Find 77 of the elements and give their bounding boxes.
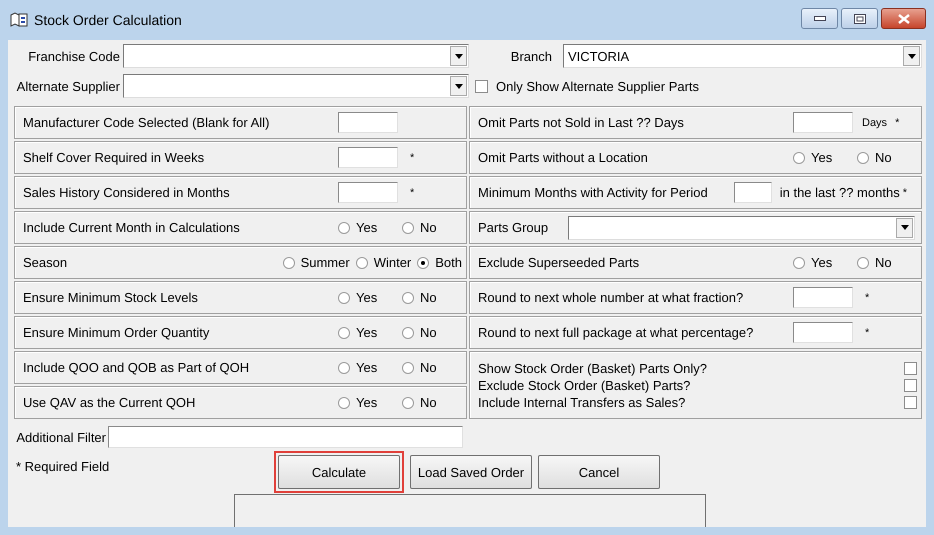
- field-label: Additional Filter: [15, 430, 107, 444]
- radio-option[interactable]: No: [857, 150, 917, 165]
- option-label: Ensure Minimum Stock Levels: [23, 290, 199, 305]
- radio-option[interactable]: Yes: [338, 395, 402, 410]
- radio-option[interactable]: Yes: [338, 290, 402, 305]
- checkbox[interactable]: [475, 80, 488, 92]
- radio-option[interactable]: No: [402, 360, 462, 375]
- checkbox-label: Only Show Alternate Supplier Parts: [496, 78, 700, 94]
- option-label: Ensure Minimum Order Quantity: [23, 325, 210, 340]
- option-label: Parts Group: [478, 220, 548, 235]
- required-mark: *: [410, 152, 414, 164]
- option-label: Season: [23, 255, 68, 270]
- option-label: Include QOO and QOB as Part of QOH: [23, 360, 250, 375]
- field-label: Alternate Supplier: [16, 78, 121, 94]
- required-note: * Required Field: [15, 458, 110, 474]
- radio-option[interactable]: No: [402, 220, 462, 235]
- option-label: Shelf Cover Required in Weeks: [23, 150, 206, 165]
- text-field[interactable]: [793, 112, 853, 133]
- option-label: Exclude Superseeded Parts: [478, 255, 640, 270]
- radio-option[interactable]: Both: [417, 255, 462, 270]
- required-mark: *: [865, 292, 870, 304]
- option-label: Include Current Month in Calculations: [23, 220, 241, 235]
- checkbox[interactable]: [904, 378, 917, 392]
- dropdown-field[interactable]: [123, 74, 469, 98]
- radio-option[interactable]: Winter: [356, 255, 412, 270]
- text-field[interactable]: [338, 112, 398, 133]
- action-button[interactable]: Calculate: [278, 455, 400, 489]
- book-icon: [10, 11, 28, 29]
- option-label: Minimum Months with Activity for Period: [478, 185, 708, 200]
- radio-option[interactable]: Yes: [338, 325, 402, 340]
- dropdown-field[interactable]: VICTORIA: [563, 44, 922, 68]
- unit-label: Days: [862, 116, 888, 128]
- checkbox[interactable]: [904, 396, 917, 408]
- required-mark: *: [410, 186, 414, 198]
- action-button[interactable]: Cancel: [538, 455, 660, 489]
- field-label: Branch: [510, 48, 553, 64]
- close-icon: [898, 14, 910, 24]
- window-title: Stock Order Calculation: [34, 12, 183, 28]
- dropdown-field[interactable]: [123, 44, 469, 68]
- option-label: Omit Parts not Sold in Last ?? Days: [478, 115, 685, 130]
- option-label: Round to next whole number at what fraction?: [478, 290, 744, 305]
- option-label: Manufacturer Code Selected (Blank for All): [23, 115, 270, 130]
- required-mark: *: [895, 116, 900, 128]
- close-button[interactable]: [881, 8, 926, 29]
- text-field[interactable]: [793, 322, 853, 343]
- radio-option[interactable]: Yes: [338, 360, 402, 375]
- text-field[interactable]: [734, 182, 772, 203]
- minimize-icon: [814, 16, 826, 21]
- radio-option[interactable]: Yes: [793, 255, 857, 270]
- maximize-icon: [854, 14, 866, 24]
- checkbox[interactable]: [904, 362, 917, 374]
- text-field[interactable]: [338, 182, 398, 203]
- unit-label: in the last ?? months: [780, 185, 900, 200]
- dropdown-field[interactable]: [568, 216, 915, 240]
- required-mark: *: [865, 326, 870, 338]
- required-mark: *: [902, 186, 907, 198]
- radio-option[interactable]: No: [857, 255, 917, 270]
- radio-option[interactable]: No: [402, 290, 462, 305]
- checkbox-label: Include Internal Transfers as Sales?: [478, 394, 686, 410]
- field-label: Franchise Code: [27, 48, 121, 64]
- option-label: Use QAV as the Current QOH: [23, 395, 196, 410]
- option-label: Omit Parts without a Location: [478, 150, 649, 165]
- radio-option[interactable]: No: [402, 395, 462, 410]
- radio-option[interactable]: Yes: [338, 220, 402, 235]
- checkbox-label: Show Stock Order (Basket) Parts Only?: [478, 360, 708, 376]
- option-label: Sales History Considered in Months: [23, 185, 231, 200]
- option-label: Round to next full package at what percentage?: [478, 325, 754, 340]
- radio-option[interactable]: Yes: [793, 150, 857, 165]
- radio-option[interactable]: No: [402, 325, 462, 340]
- minimize-button[interactable]: [801, 8, 838, 29]
- checkbox-label: Exclude Stock Order (Basket) Parts?: [478, 378, 692, 392]
- text-field[interactable]: [108, 426, 463, 448]
- radio-option[interactable]: Summer: [282, 255, 350, 270]
- text-field[interactable]: [793, 287, 853, 308]
- action-button[interactable]: Load Saved Order: [410, 455, 532, 489]
- text-field[interactable]: [338, 147, 398, 168]
- maximize-button[interactable]: [841, 8, 878, 29]
